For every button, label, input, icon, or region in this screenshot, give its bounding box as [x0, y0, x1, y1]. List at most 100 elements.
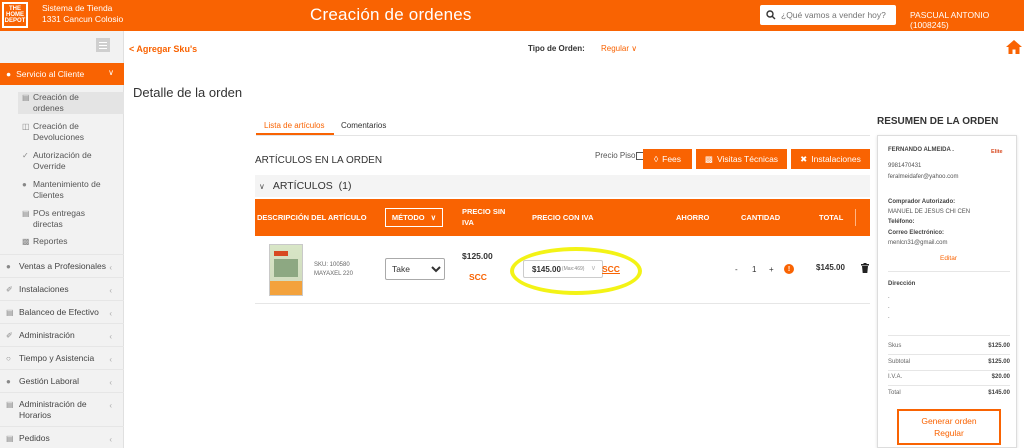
back-to-skus-link[interactable]: < Agregar Sku's — [129, 44, 197, 54]
chevron-left-icon: ‹ — [109, 309, 112, 318]
sidebar-item-label: Ventas a Profesionales — [19, 261, 106, 271]
returns-icon: ◫ — [22, 122, 30, 131]
row-method-select[interactable]: Take — [385, 258, 445, 280]
sidebar-subitem-autorizacion-override[interactable]: ✓ Autorización de Override — [22, 150, 122, 172]
chevron-left-icon: ‹ — [109, 286, 112, 295]
sidebar-subitem-mantenimiento-clientes[interactable]: ● Mantenimiento de Clientes — [22, 179, 122, 201]
clock-icon: ○ — [6, 354, 11, 363]
label-line-2: ordenes — [33, 103, 64, 113]
section-title: ARTÍCULOS — [272, 180, 333, 192]
trash-icon[interactable] — [861, 263, 869, 273]
label-line-1: Autorización de — [33, 150, 92, 160]
metodo-dropdown[interactable]: MÉTODO ∨ — [385, 208, 443, 227]
chevron-left-icon: ‹ — [109, 435, 112, 444]
cash-icon: ▤ — [6, 308, 14, 317]
instalaciones-label: Instalaciones — [811, 154, 861, 164]
summary-row-value: $125.00 — [988, 359, 1010, 365]
customer-name: FERNANDO ALMEIDA . — [888, 147, 954, 153]
col-ahorro: AHORRO — [676, 213, 710, 222]
product-sku: SKU: 100580 — [314, 262, 350, 268]
sidebar-item-pedidos[interactable]: ▤ Pedidos ‹ — [0, 426, 124, 448]
sidebar-item-label: Pedidos — [19, 433, 50, 443]
fees-button[interactable]: ◊ Fees — [643, 149, 692, 169]
product-image — [269, 244, 303, 296]
summary-divider — [888, 335, 1010, 336]
sidebar-item-instalaciones[interactable]: ✐ Instalaciones ‹ — [0, 277, 124, 300]
table-row: SKU: 100580 MAYAXEL 220 Take $125.00 SCC… — [255, 236, 870, 304]
summary-divider — [888, 385, 1010, 386]
menu-toggle-icon[interactable] — [96, 38, 110, 52]
row-total: $145.00 — [816, 263, 845, 272]
email-label: Correo Electrónico: — [888, 230, 945, 236]
sidebar-item-label: Administración — [19, 330, 75, 340]
sidebar-item-administracion-horarios[interactable]: ▤ Administración de Horarios ‹ — [0, 392, 124, 426]
label-line-2: Devoluciones — [33, 132, 85, 142]
sidebar-subitem-text: Autorización de Override — [33, 150, 92, 172]
summary-row-subtotal: Subtotal $125.00 — [888, 359, 1010, 365]
home-icon[interactable] — [1006, 40, 1022, 54]
generate-order-text: Generar orden Regular — [921, 415, 976, 439]
table-header: DESCRIPCIÓN DEL ARTÍCULO MÉTODO ∨ PRECIO … — [255, 199, 870, 236]
sidebar-item-label: Instalaciones — [19, 284, 69, 294]
sidebar-subitem-pos-entregas[interactable]: ▤ POs entregas directas — [22, 208, 122, 230]
sidebar-item-ventas-profesionales[interactable]: ● Ventas a Profesionales ‹ — [0, 254, 124, 277]
edit-customer-link[interactable]: Editar — [940, 255, 957, 262]
col-precio-sin-iva: PRECIO SIN IVA — [462, 206, 505, 228]
col-precio-con-iva: PRECIO CON IVA — [532, 213, 594, 222]
sidebar-item-label: Balanceo de Efectivo — [19, 307, 99, 317]
visitas-tecnicas-button[interactable]: ▩ Visitas Técnicas — [696, 149, 787, 169]
sidebar-subitem-reportes[interactable]: ▩ Reportes — [22, 236, 122, 247]
label-line-2: Clientes — [33, 190, 64, 200]
label-line-1: Mantenimiento de — [33, 179, 101, 189]
instalaciones-button[interactable]: ✖ Instalaciones — [791, 149, 870, 169]
user-name[interactable]: PASCUAL ANTONIO (1008245) — [910, 10, 1024, 30]
store-name: 1331 Cancun Colosio — [42, 14, 124, 24]
tag-icon: ◊ — [653, 154, 659, 164]
sidebar-item-servicio-al-cliente[interactable]: ● Servicio al Cliente ∨ — [0, 63, 124, 85]
label-line-1: Reportes — [33, 236, 68, 246]
tabs-divider — [256, 135, 870, 136]
calendar-icon: ▤ — [6, 400, 14, 409]
truck-icon: ▩ — [704, 153, 713, 164]
qty-increase-button[interactable]: + — [769, 265, 774, 274]
tools-icon: ✖ — [800, 153, 808, 164]
document-icon: ▤ — [22, 209, 30, 218]
metodo-label: MÉTODO — [391, 213, 425, 222]
summary-divider — [888, 354, 1010, 355]
info-icon[interactable]: ! — [784, 264, 794, 274]
tab-lista-articulos[interactable]: Lista de artículos — [264, 121, 324, 130]
label-line-1: POs entregas — [33, 208, 85, 218]
tab-comentarios[interactable]: Comentarios — [341, 121, 386, 130]
summary-row-skus: Skus $125.00 — [888, 343, 1010, 349]
sidebar-item-administracion[interactable]: ✐ Administración ‹ — [0, 323, 124, 346]
chevron-down-icon: ∨ — [259, 181, 265, 191]
summary-divider — [888, 370, 1010, 371]
sidebar-item-tiempo-asistencia[interactable]: ○ Tiempo y Asistencia ‹ — [0, 346, 124, 369]
sidebar-item-balanceo-efectivo[interactable]: ▤ Balanceo de Efectivo ‹ — [0, 300, 124, 323]
sidebar-subitem-text: POs entregas directas — [33, 208, 85, 230]
summary-row-iva: I.V.A. $20.00 — [888, 374, 1010, 380]
generate-order-button[interactable]: Generar orden Regular — [897, 409, 1001, 445]
home-depot-logo: THE HOME DEPOT — [2, 2, 28, 28]
articulos-section-header[interactable]: ∨ ARTÍCULOS (1) — [255, 175, 870, 197]
precio-piso-option[interactable]: Precio Piso — [595, 151, 645, 160]
search-icon — [766, 10, 776, 20]
active-tab-indicator — [256, 133, 334, 135]
sidebar-subitem-creacion-devoluciones[interactable]: ◫ Creación de Devoluciones — [22, 121, 122, 143]
address-line: . — [888, 294, 890, 300]
summary-row-value: $125.00 — [988, 343, 1010, 349]
sidebar-subitem-creacion-ordenes[interactable]: ▤ Creación de ordenes — [18, 92, 124, 114]
qty-decrease-button[interactable]: - — [735, 265, 738, 274]
column-divider — [855, 209, 856, 226]
order-type-label: Tipo de Orden: — [528, 44, 585, 53]
generate-line-1: Generar orden — [921, 416, 977, 426]
sidebar-item-label: Tiempo y Asistencia — [19, 353, 95, 363]
summary-title: RESUMEN DE LA ORDEN — [877, 116, 999, 127]
search-input[interactable] — [781, 10, 891, 20]
order-type-select[interactable]: Regular ∨ — [601, 44, 637, 53]
sidebar-item-gestion-laboral[interactable]: ● Gestión Laboral ‹ — [0, 369, 124, 392]
search-box[interactable] — [760, 5, 896, 25]
precio-piso-label: Precio Piso — [595, 151, 636, 160]
qty-value[interactable]: 1 — [752, 265, 756, 274]
people-icon: ● — [6, 262, 11, 271]
